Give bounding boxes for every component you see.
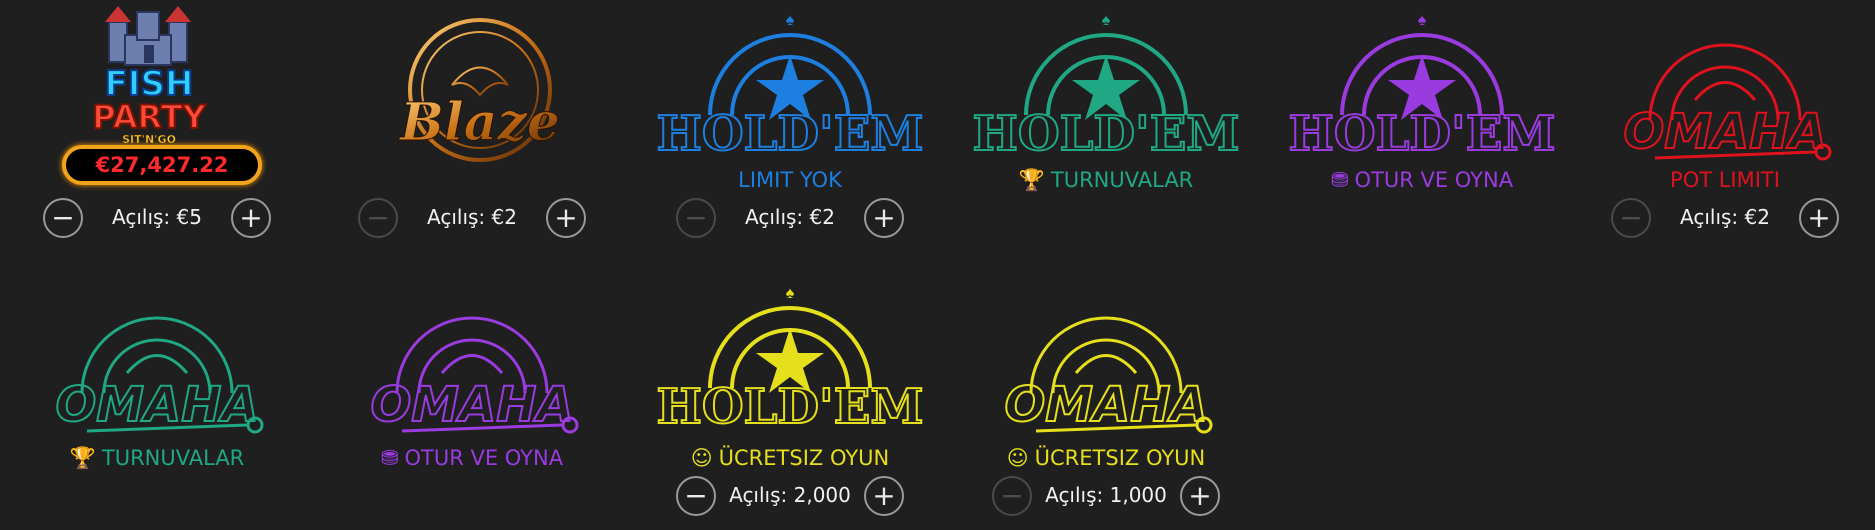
party-logo-text: PARTY — [92, 98, 206, 136]
holdem-logo[interactable]: ♠ HOLD'EM — [640, 0, 940, 175]
increase-ante-button[interactable]: + — [546, 198, 586, 238]
caption-text: OTUR VE OYNA — [1354, 168, 1514, 192]
game-tile-blaze[interactable]: Blaze − Açılış: €2 + — [322, 0, 622, 250]
caption-text: ÜCRETSIZ OYUN — [718, 446, 890, 470]
caption-text: ÜCRETSIZ OYUN — [1034, 446, 1206, 470]
omaha-logo[interactable]: OMAHA — [1575, 0, 1875, 175]
ante-selector: − Açılış: 1,000 + — [986, 476, 1226, 520]
chips-stack-icon: ⛃ — [1330, 168, 1349, 192]
game-tile-holdem-limit-yok[interactable]: ♠ HOLD'EM LIMIT YOK − Açılış: €2 + — [640, 0, 940, 250]
smiley-icon: ☺ — [1006, 446, 1029, 470]
ante-selector: − Açılış: €2 + — [352, 198, 592, 242]
holdem-logo-text: HOLD'EM — [973, 106, 1240, 162]
ante-label: Açılış: 1,000 — [1045, 483, 1167, 507]
holdem-logo-text: HOLD'EM — [657, 379, 924, 435]
ante-selector: − Açılış: 2,000 + — [670, 476, 910, 520]
ante-label: Açılış: €2 — [1680, 205, 1770, 229]
jackpot-amount: €27,427.22 — [62, 145, 262, 185]
ante-selector: − Açılış: €2 + — [670, 198, 910, 242]
holdem-logo-text: HOLD'EM — [1289, 106, 1556, 162]
game-caption: POT LIMITI — [1670, 168, 1780, 192]
increase-ante-button[interactable]: + — [864, 476, 904, 516]
game-caption: ⛃ OTUR VE OYNA — [1272, 168, 1572, 192]
increase-ante-button[interactable]: + — [1180, 476, 1220, 516]
game-caption: 🏆 TURNUVALAR — [956, 168, 1256, 193]
ante-label: Açılış: €2 — [745, 205, 835, 229]
game-tile-omaha-turnuvalar[interactable]: OMAHA 🏆 TURNUVALAR — [7, 278, 307, 528]
chips-stack-icon: ⛃ — [380, 446, 399, 470]
blaze-logo[interactable]: Blaze — [322, 0, 622, 175]
game-tile-omaha-ucretsiz[interactable]: OMAHA ☺ ÜCRETSIZ OYUN − Açılış: 1,000 + — [956, 278, 1256, 528]
holdem-logo[interactable]: ♠ HOLD'EM — [956, 0, 1256, 175]
omaha-logo-text: OMAHA — [1623, 104, 1826, 160]
trophy-icon: 🏆 — [1018, 168, 1045, 192]
trophy-icon: 🏆 — [69, 446, 96, 470]
omaha-logo-text: OMAHA — [1004, 377, 1207, 433]
decrease-ante-button[interactable]: − — [358, 198, 398, 238]
decrease-ante-button[interactable]: − — [676, 198, 716, 238]
blaze-logo-text: Blaze — [398, 92, 560, 153]
svg-text:♠: ♠ — [786, 285, 795, 302]
game-caption: ☺ ÜCRETSIZ OYUN — [956, 446, 1256, 470]
game-tile-holdem-otur-ve-oyna[interactable]: ♠ HOLD'EM ⛃ OTUR VE OYNA — [1272, 0, 1572, 250]
game-tile-holdem-turnuvalar[interactable]: ♠ HOLD'EM 🏆 TURNUVALAR — [956, 0, 1256, 250]
ante-selector: − Açılış: €2 + — [1605, 198, 1845, 242]
omaha-logo-text: OMAHA — [55, 377, 258, 433]
game-tile-omaha-pot-limiti[interactable]: OMAHA POT LIMITI − Açılış: €2 + — [1575, 0, 1875, 250]
caption-text: OTUR VE OYNA — [404, 446, 564, 470]
omaha-logo[interactable]: OMAHA — [956, 273, 1256, 448]
game-tile-holdem-ucretsiz[interactable]: ♠ HOLD'EM ☺ ÜCRETSIZ OYUN − Açılış: 2,000… — [640, 278, 940, 528]
omaha-logo[interactable]: OMAHA — [322, 273, 622, 448]
ante-label: Açılış: €5 — [112, 205, 202, 229]
increase-ante-button[interactable]: + — [1799, 198, 1839, 238]
omaha-logo[interactable]: OMAHA — [7, 273, 307, 448]
caption-text: TURNUVALAR — [101, 446, 245, 470]
svg-text:♠: ♠ — [1418, 12, 1427, 29]
holdem-logo[interactable]: ♠ HOLD'EM — [1272, 0, 1572, 175]
omaha-logo-text: OMAHA — [370, 377, 573, 433]
ante-label: Açılış: 2,000 — [729, 483, 851, 507]
ante-selector: − Açılış: €5 + — [37, 198, 277, 242]
holdem-logo-text: HOLD'EM — [657, 106, 924, 162]
decrease-ante-button[interactable]: − — [676, 476, 716, 516]
increase-ante-button[interactable]: + — [864, 198, 904, 238]
svg-text:♠: ♠ — [1102, 12, 1111, 29]
game-caption: LIMIT YOK — [738, 168, 842, 192]
decrease-ante-button[interactable]: − — [992, 476, 1032, 516]
caption-text: TURNUVALAR — [1050, 168, 1194, 192]
svg-text:♠: ♠ — [786, 12, 795, 29]
game-tile-omaha-otur-ve-oyna[interactable]: OMAHA ⛃ OTUR VE OYNA — [322, 278, 622, 528]
game-caption: 🏆 TURNUVALAR — [7, 446, 307, 471]
increase-ante-button[interactable]: + — [231, 198, 271, 238]
holdem-logo[interactable]: ♠ HOLD'EM — [640, 273, 940, 448]
game-caption: ☺ ÜCRETSIZ OYUN — [640, 446, 940, 470]
ante-label: Açılış: €2 — [427, 205, 517, 229]
game-caption: ⛃ OTUR VE OYNA — [322, 446, 622, 470]
decrease-ante-button[interactable]: − — [1611, 198, 1651, 238]
game-tile-fish-party[interactable]: FISH PARTY SIT'N'GO €27,427.22 − Açılış:… — [7, 0, 307, 250]
smiley-icon: ☺ — [690, 446, 713, 470]
decrease-ante-button[interactable]: − — [43, 198, 83, 238]
